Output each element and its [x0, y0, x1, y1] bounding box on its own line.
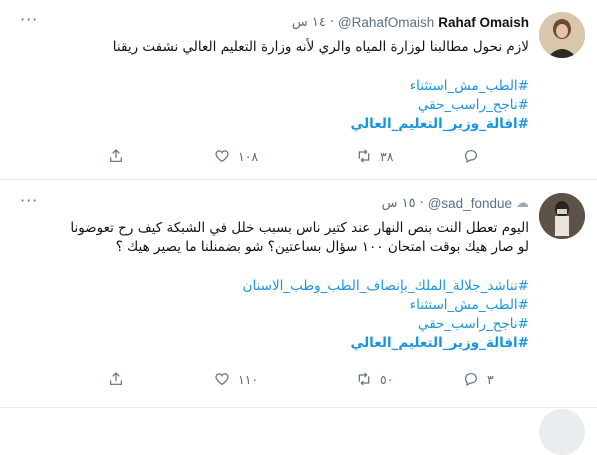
hashtag-link[interactable]: #الطب_مش_استثناء — [243, 296, 529, 315]
like-button[interactable]: ١١٠ — [214, 367, 258, 391]
hashtag-link[interactable]: #نناشد_جلالة_الملك_بإنصاف_الطب_وطب_الاسن… — [243, 277, 529, 296]
like-button[interactable]: ١٠٨ — [214, 144, 258, 168]
hashtag-list: #نناشد_جلالة_الملك_بإنصاف_الطب_وطب_الاسن… — [243, 277, 529, 353]
retweet-icon — [358, 149, 370, 163]
tweet-text: اليوم تعطل النت بنص النهار عند كتير ناس … — [14, 219, 529, 257]
like-count: ١٠٨ — [238, 148, 259, 164]
like-icon — [215, 150, 229, 163]
tweet-text-line: اليوم تعطل النت بنص النهار عند كتير ناس … — [70, 220, 529, 236]
avatar[interactable] — [539, 12, 585, 58]
retweet-icon — [358, 372, 370, 386]
share-button[interactable] — [108, 144, 124, 168]
hashtag-link[interactable]: #ناجح_راسب_حقي — [243, 315, 529, 334]
retweet-button[interactable]: ٥٠ — [356, 367, 393, 391]
tweet-header: Rahaf Omaish @RahafOmaish · ١٤ س — [292, 12, 529, 32]
timestamp[interactable]: ١٥ س — [382, 196, 416, 211]
retweet-count: ٥٠ — [380, 371, 394, 387]
avatar[interactable] — [539, 409, 585, 455]
hashtag-link[interactable]: #الطب_مش_استثناء — [350, 77, 529, 96]
tweet-actions: ١٠٨ ٣٨ — [0, 144, 597, 168]
user-handle[interactable]: @sad_fondue — [428, 196, 512, 211]
retweet-button[interactable]: ٣٨ — [356, 144, 393, 168]
reply-button[interactable]: ٣ — [463, 367, 494, 391]
hashtag-link[interactable]: #ناجح_راسب_حقي — [350, 96, 529, 115]
cloud-emoji-icon: ☁ — [516, 195, 529, 211]
reply-count: ٣ — [487, 371, 494, 387]
hashtag-link[interactable]: #اقالة_وزير_التعليم_العالي — [350, 115, 529, 134]
user-handle[interactable]: @RahafOmaish — [338, 15, 434, 30]
timestamp[interactable]: ١٤ س — [292, 15, 326, 30]
like-count: ١١٠ — [238, 371, 259, 387]
reply-button[interactable] — [463, 144, 479, 168]
tweet-header: ☁ @sad_fondue · ١٥ س — [382, 193, 529, 213]
share-icon — [110, 149, 122, 162]
avatar[interactable] — [539, 193, 585, 239]
display-name[interactable]: Rahaf Omaish — [438, 15, 529, 30]
tweet[interactable]: ☁ @sad_fondue · ١٥ س ··· اليوم تعطل النت… — [0, 181, 597, 408]
more-icon[interactable]: ··· — [20, 10, 38, 29]
reply-icon — [465, 150, 477, 164]
hashtag-link[interactable]: #اقالة_وزير_التعليم_العالي — [243, 334, 529, 353]
separator-dot: · — [419, 195, 424, 211]
share-icon — [110, 372, 122, 385]
like-icon — [215, 373, 229, 386]
tweet-text: لازم نحول مطالبنا لوزارة المياه والري لأ… — [112, 39, 529, 55]
reply-icon — [465, 373, 477, 387]
tweet-text-line: لو صار هيك بوقت امتحان ١٠٠ سؤال بساعتين؟… — [115, 239, 529, 255]
tweet[interactable]: Rahaf Omaish @RahafOmaish · ١٤ س ··· لاز… — [0, 0, 597, 180]
tweet-actions: ١١٠ ٥٠ ٣ — [0, 367, 597, 391]
share-button[interactable] — [108, 367, 124, 391]
separator-dot: · — [329, 14, 334, 30]
more-icon[interactable]: ··· — [20, 191, 38, 210]
retweet-count: ٣٨ — [380, 148, 394, 164]
hashtag-list: #الطب_مش_استثناء #ناجح_راسب_حقي #اقالة_و… — [350, 77, 529, 134]
